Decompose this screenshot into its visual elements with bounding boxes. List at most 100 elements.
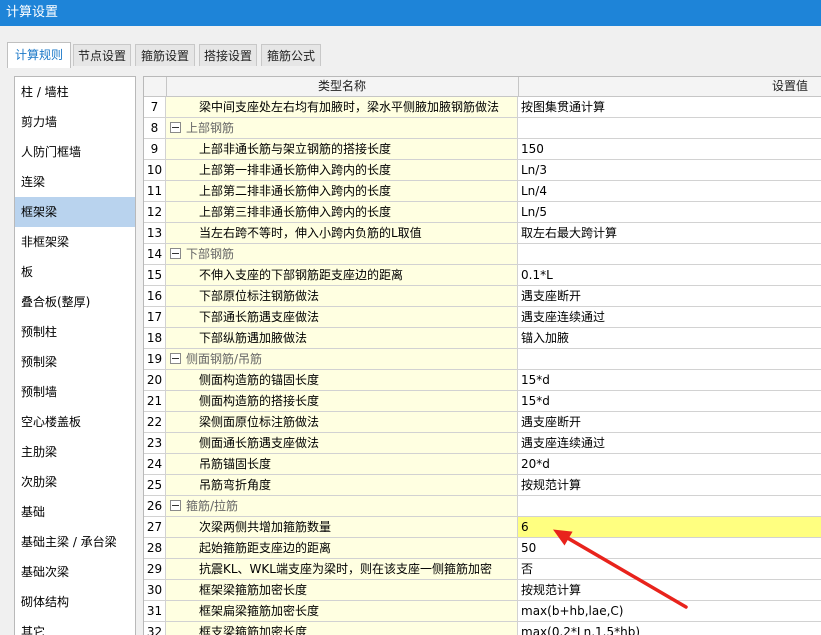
sidebar-item[interactable]: 非框架梁 <box>15 227 135 257</box>
table-row[interactable]: 7 梁中间支座处左右均有加腋时，梁水平侧腋加腋钢筋做法 按图集贯通计算 <box>144 97 821 118</box>
setting-value-cell[interactable]: 50 <box>518 538 821 558</box>
table-row[interactable]: 28 起始箍筋距支座边的距离 50 <box>144 538 821 559</box>
table-row[interactable]: 32 框支梁箍筋加密长度 max(0.2*Ln,1.5*hb) <box>144 622 821 635</box>
table-row[interactable]: 21 侧面构造筋的搭接长度 15*d <box>144 391 821 412</box>
group-name-cell[interactable]: 箍筋/拉筋 <box>166 496 518 516</box>
tab-lap-settings[interactable]: 搭接设置 <box>199 44 257 66</box>
setting-value-cell[interactable]: max(0.2*Ln,1.5*hb) <box>518 622 821 635</box>
tab-stirrup-settings[interactable]: 箍筋设置 <box>135 44 195 66</box>
type-name-cell: 框架扁梁箍筋加密长度 <box>166 601 518 621</box>
sidebar-item[interactable]: 框架梁 <box>15 197 135 227</box>
tab-stirrup-formula[interactable]: 箍筋公式 <box>261 44 321 66</box>
table-row[interactable]: 23 侧面通长筋遇支座做法 遇支座连续通过 <box>144 433 821 454</box>
type-name-text: 梁中间支座处左右均有加腋时，梁水平侧腋加腋钢筋做法 <box>199 100 500 114</box>
type-name-cell: 次梁两侧共增加箍筋数量 <box>166 517 518 537</box>
row-number: 31 <box>144 601 166 621</box>
sidebar-item[interactable]: 剪力墙 <box>15 107 135 137</box>
group-row[interactable]: 14 下部钢筋 <box>144 244 821 265</box>
setting-value-cell[interactable]: Ln/5 <box>518 202 821 222</box>
sidebar-item[interactable]: 空心楼盖板 <box>15 407 135 437</box>
setting-value-cell[interactable]: 按规范计算 <box>518 475 821 495</box>
sidebar-item[interactable]: 主肋梁 <box>15 437 135 467</box>
group-name-cell[interactable]: 下部钢筋 <box>166 244 518 264</box>
table-row[interactable]: 10 上部第一排非通长筋伸入跨内的长度 Ln/3 <box>144 160 821 181</box>
table-row[interactable]: 20 侧面构造筋的锚固长度 15*d <box>144 370 821 391</box>
setting-value-cell[interactable]: 15*d <box>518 370 821 390</box>
row-number: 17 <box>144 307 166 327</box>
sidebar-item[interactable]: 人防门框墙 <box>15 137 135 167</box>
table-row[interactable]: 31 框架扁梁箍筋加密长度 max(b+hb,lae,C) <box>144 601 821 622</box>
sidebar-item[interactable]: 基础 <box>15 497 135 527</box>
tab-calc-rules[interactable]: 计算规则 <box>7 42 71 68</box>
setting-value-cell[interactable]: 锚入加腋 <box>518 328 821 348</box>
table-row[interactable]: 12 上部第三排非通长筋伸入跨内的长度 Ln/5 <box>144 202 821 223</box>
row-number: 12 <box>144 202 166 222</box>
component-type-list[interactable]: 柱 / 墙柱 剪力墙 人防门框墙 连梁 框架梁 非框架梁板叠合板(整厚) 预制柱 预制梁 预制墙… <box>14 76 136 635</box>
row-number: 28 <box>144 538 166 558</box>
table-row[interactable]: 15 不伸入支座的下部钢筋距支座边的距离 0.1*L <box>144 265 821 286</box>
setting-value-cell[interactable]: 0.1*L <box>518 265 821 285</box>
header-setting-value[interactable]: 设置值 <box>518 77 808 96</box>
setting-value-cell[interactable]: 按图集贯通计算 <box>518 97 821 117</box>
type-name-text: 上部第三排非通长筋伸入跨内的长度 <box>199 205 392 219</box>
table-row[interactable]: 25 吊筋弯折角度 按规范计算 <box>144 475 821 496</box>
sidebar-item[interactable]: 预制墙 <box>15 377 135 407</box>
table-row[interactable]: 11 上部第二排非通长筋伸入跨内的长度 Ln/4 <box>144 181 821 202</box>
table-row[interactable]: 30 框架梁箍筋加密长度 按规范计算 <box>144 580 821 601</box>
setting-value-cell[interactable]: 遇支座连续通过 <box>518 433 821 453</box>
table-row[interactable]: 17 下部通长筋遇支座做法 遇支座连续通过 <box>144 307 821 328</box>
tab-node-settings[interactable]: 节点设置 <box>73 44 131 66</box>
table-row[interactable]: 13 当左右跨不等时，伸入小跨内负筋的L取值 取左右最大跨计算 <box>144 223 821 244</box>
sidebar-item[interactable]: 基础次梁 <box>15 557 135 587</box>
type-name-text: 侧面构造筋的搭接长度 <box>199 394 320 408</box>
sidebar-item[interactable]: 连梁 <box>15 167 135 197</box>
collapse-toggle-icon[interactable] <box>170 500 181 511</box>
type-name-text: 下部钢筋 <box>186 247 235 261</box>
collapse-toggle-icon[interactable] <box>170 122 181 133</box>
table-row[interactable]: 16 下部原位标注钢筋做法 遇支座断开 <box>144 286 821 307</box>
setting-value-cell[interactable]: Ln/3 <box>518 160 821 180</box>
sidebar-item[interactable]: 叠合板(整厚) <box>15 287 135 317</box>
table-row[interactable]: 24 吊筋锚固长度 20*d <box>144 454 821 475</box>
group-row[interactable]: 26 箍筋/拉筋 <box>144 496 821 517</box>
sidebar-item[interactable]: 砌体结构 <box>15 587 135 617</box>
type-name-text: 不伸入支座的下部钢筋距支座边的距离 <box>199 268 404 282</box>
table-row[interactable]: 29 抗震KL、WKL端支座为梁时，则在该支座一侧箍筋加密 否 <box>144 559 821 580</box>
group-name-cell[interactable]: 上部钢筋 <box>166 118 518 138</box>
group-row[interactable]: 19 侧面钢筋/吊筋 <box>144 349 821 370</box>
type-name-cell: 上部第一排非通长筋伸入跨内的长度 <box>166 160 518 180</box>
table-row[interactable]: 18 下部纵筋遇加腋做法 锚入加腋 <box>144 328 821 349</box>
setting-value-cell[interactable]: Ln/4 <box>518 181 821 201</box>
setting-value-cell[interactable]: max(b+hb,lae,C) <box>518 601 821 621</box>
type-name-text: 框架扁梁箍筋加密长度 <box>199 604 320 618</box>
setting-value-cell[interactable]: 遇支座断开 <box>518 286 821 306</box>
sidebar-item[interactable]: 预制柱 <box>15 317 135 347</box>
group-name-cell[interactable]: 侧面钢筋/吊筋 <box>166 349 518 369</box>
sidebar-item[interactable]: 其它 <box>15 617 135 635</box>
setting-value-cell[interactable]: 取左右最大跨计算 <box>518 223 821 243</box>
group-row[interactable]: 8 上部钢筋 <box>144 118 821 139</box>
header-type-name[interactable]: 类型名称 <box>166 77 519 96</box>
table-row[interactable]: 22 梁侧面原位标注筋做法 遇支座断开 <box>144 412 821 433</box>
collapse-toggle-icon[interactable] <box>170 353 181 364</box>
row-number: 9 <box>144 139 166 159</box>
sidebar-item[interactable]: 板 <box>15 257 135 287</box>
sidebar-item[interactable]: 预制梁 <box>15 347 135 377</box>
setting-value-cell[interactable]: 遇支座连续通过 <box>518 307 821 327</box>
sidebar-item[interactable]: 次肋梁 <box>15 467 135 497</box>
type-name-text: 次梁两侧共增加箍筋数量 <box>199 520 332 534</box>
setting-value-cell[interactable]: 150 <box>518 139 821 159</box>
setting-value-cell[interactable]: 20*d <box>518 454 821 474</box>
setting-value-cell[interactable]: 6 <box>518 517 821 537</box>
sidebar-item[interactable]: 基础主梁 / 承台梁 <box>15 527 135 557</box>
setting-value-cell[interactable]: 否 <box>518 559 821 579</box>
table-row[interactable]: 9 上部非通长筋与架立钢筋的搭接长度 150 <box>144 139 821 160</box>
setting-value-cell[interactable]: 15*d <box>518 391 821 411</box>
row-number: 29 <box>144 559 166 579</box>
setting-value-cell[interactable]: 遇支座断开 <box>518 412 821 432</box>
setting-value-cell[interactable]: 按规范计算 <box>518 580 821 600</box>
type-name-text: 上部钢筋 <box>186 121 235 135</box>
sidebar-item[interactable]: 柱 / 墙柱 <box>15 77 135 107</box>
collapse-toggle-icon[interactable] <box>170 248 181 259</box>
table-row[interactable]: 27 次梁两侧共增加箍筋数量 6 <box>144 517 821 538</box>
